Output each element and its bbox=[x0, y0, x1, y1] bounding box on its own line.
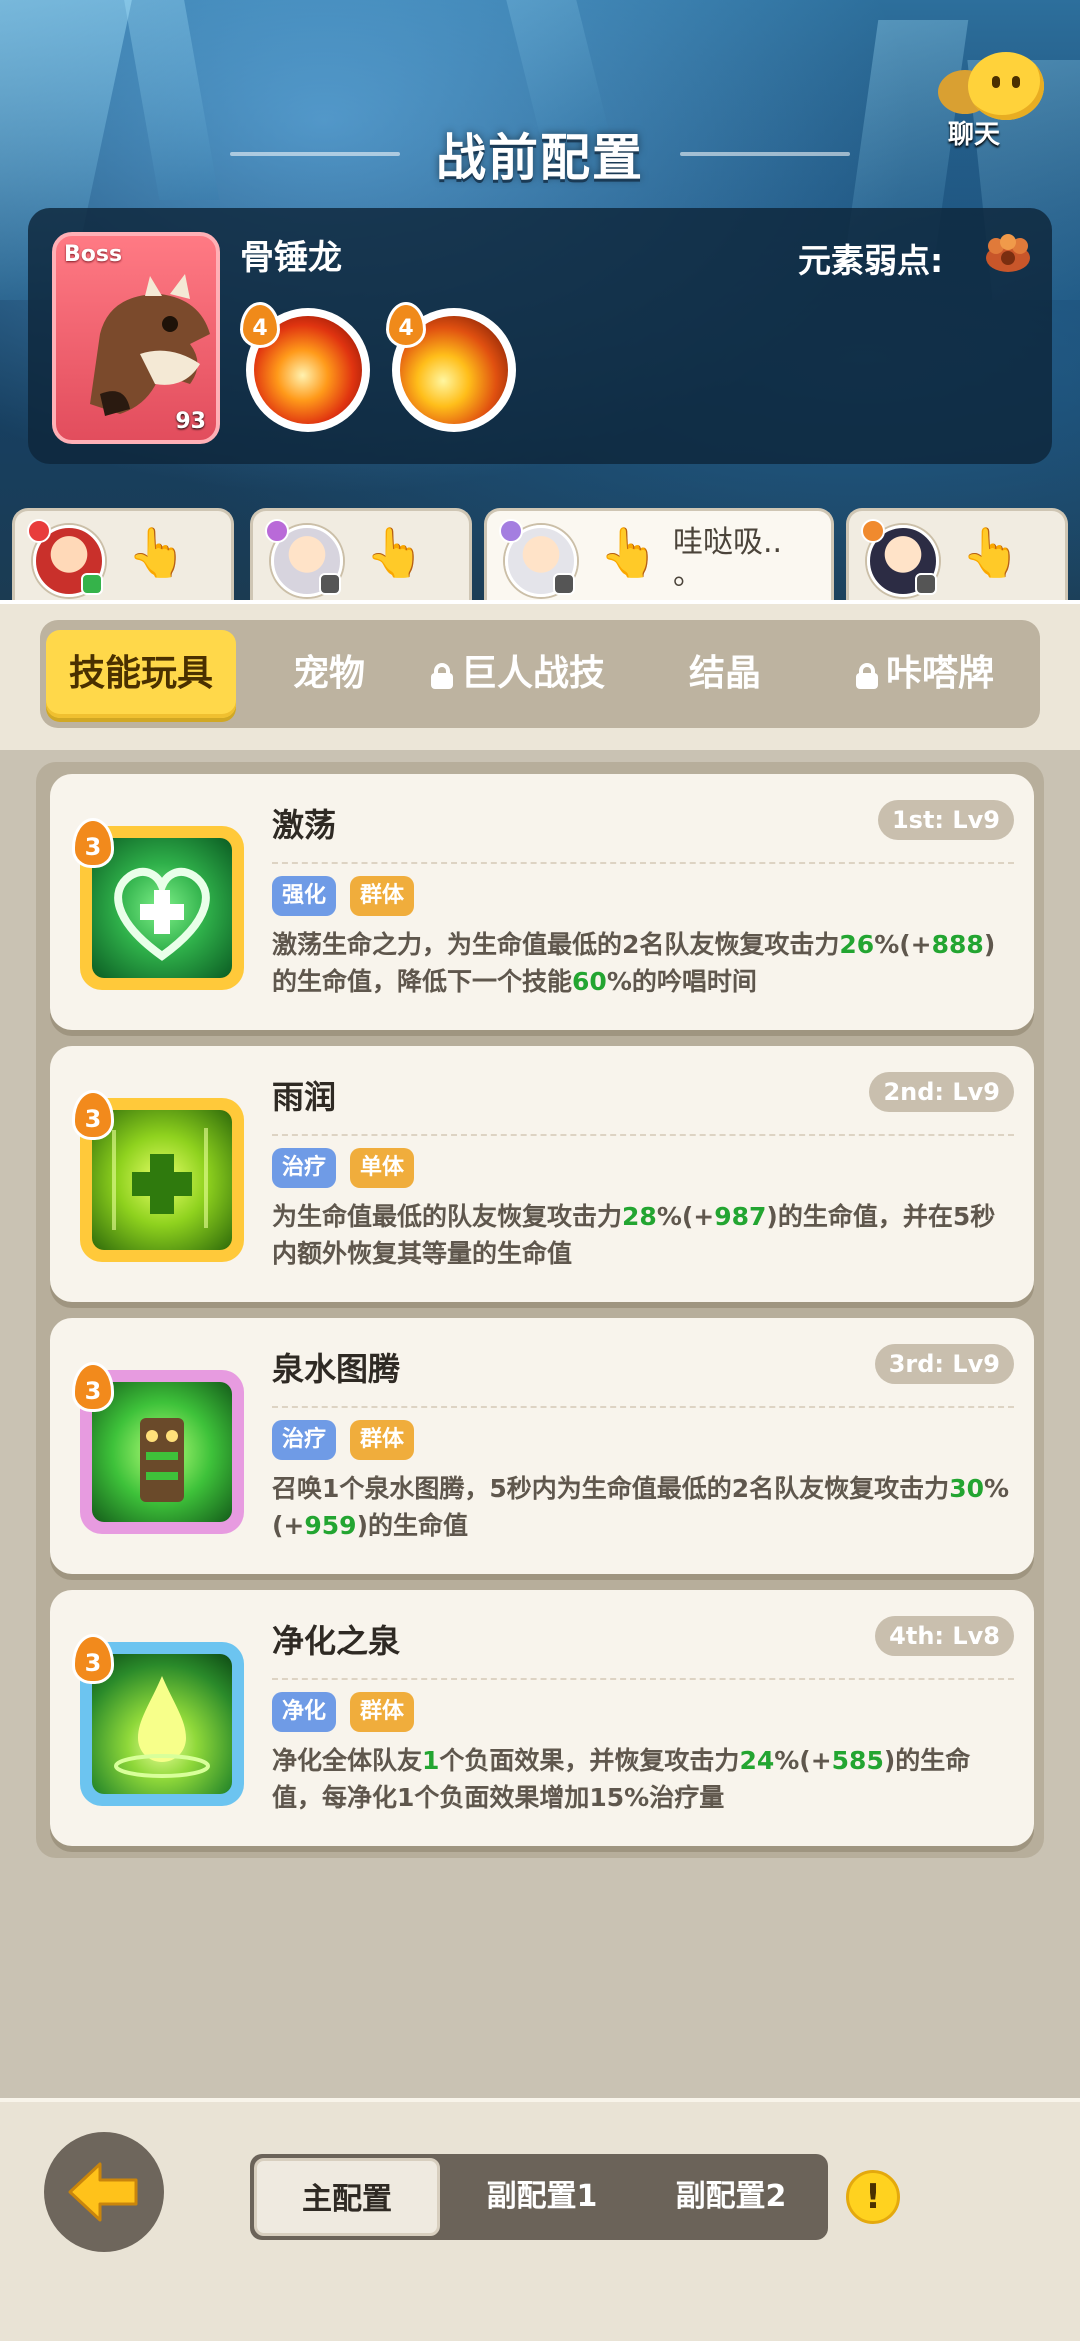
earth-element-icon[interactable] bbox=[984, 232, 1032, 274]
skill-level-badge: 4 bbox=[240, 302, 280, 348]
skill-level-badge: 3 bbox=[72, 1362, 114, 1412]
skill-tag-target: 群体 bbox=[350, 876, 415, 916]
category-bar-background: 技能玩具 宠物 巨人战技 结晶 咔嗒牌 bbox=[0, 600, 1080, 750]
hero-tab-4[interactable]: 👆 bbox=[846, 508, 1068, 600]
chat-button[interactable]: 聊天 bbox=[930, 48, 1050, 150]
boss-name: 骨锤龙 bbox=[240, 238, 342, 278]
hero-status-icon bbox=[915, 573, 937, 595]
dragon-boss-icon bbox=[90, 274, 210, 416]
chat-label: 聊天 bbox=[948, 120, 1001, 150]
boss-portrait[interactable]: Boss 93 bbox=[52, 232, 220, 444]
hero-tab-3-selected[interactable]: 👆 哇哒吸.. 。 bbox=[484, 508, 834, 606]
loadout-panel: 技能玩具 宠物 巨人战技 结晶 咔嗒牌 3 激荡 1st: Lv9 强化 群体 … bbox=[0, 600, 1080, 2100]
skill-tag-target: 单体 bbox=[350, 1148, 415, 1188]
skill-level-badge: 4 bbox=[386, 302, 426, 348]
tab-sub-config-2[interactable]: 副配置2 bbox=[638, 2154, 824, 2240]
hero-status-icon bbox=[81, 573, 103, 595]
divider bbox=[272, 1406, 1014, 1408]
skill-rank-level: 3rd: Lv9 bbox=[874, 1344, 1014, 1384]
boss-tag: Boss bbox=[64, 242, 123, 267]
boss-skill-fire-phoenix[interactable]: 4 bbox=[240, 302, 370, 432]
skill-tag-type: 治疗 bbox=[272, 1420, 337, 1460]
hero-speech-text: 哇哒吸.. 。 bbox=[673, 525, 783, 592]
skill-description: 净化全体队友1个负面效果，并恢复攻击力24%(+585)的生命值，每净化1个负面… bbox=[272, 1746, 971, 1812]
earth-element-icon bbox=[861, 519, 885, 543]
element-weakness-label: 元素弱点: bbox=[798, 241, 944, 280]
smiley-face-icon bbox=[968, 52, 1044, 120]
skill-title: 雨润 bbox=[272, 1078, 337, 1116]
hero-status-icon bbox=[553, 573, 575, 595]
tab-giant-battle-skills[interactable]: 巨人战技 bbox=[418, 644, 618, 704]
skill-rank-level: 4th: Lv8 bbox=[875, 1616, 1014, 1656]
wind-element-icon bbox=[265, 519, 289, 543]
skill-card-4[interactable]: 3 净化之泉 4th: Lv8 净化 群体 净化全体队友1个负面效果，并恢复攻击… bbox=[50, 1590, 1034, 1846]
boss-skill-fire-slash[interactable]: 4 bbox=[386, 302, 516, 432]
lock-icon bbox=[430, 663, 453, 689]
divider bbox=[272, 862, 1014, 864]
skill-tag-type: 治疗 bbox=[272, 1148, 337, 1188]
skill-level-badge: 3 bbox=[72, 818, 114, 868]
tap-hand-icon: 👆 bbox=[599, 525, 659, 581]
info-button[interactable]: ! bbox=[846, 2170, 900, 2224]
lock-icon bbox=[855, 663, 878, 689]
skill-tag-type: 净化 bbox=[272, 1692, 337, 1732]
skill-rank-level: 2nd: Lv9 bbox=[869, 1072, 1014, 1112]
category-tabs: 技能玩具 宠物 巨人战技 结晶 咔嗒牌 bbox=[40, 620, 1040, 728]
tap-hand-icon: 👆 bbox=[961, 525, 1021, 581]
hero-tab-2[interactable]: 👆 bbox=[250, 508, 472, 600]
purify-spring-icon bbox=[92, 1654, 232, 1794]
tap-hand-icon: 👆 bbox=[127, 525, 187, 581]
rain-heal-icon bbox=[92, 1110, 232, 1250]
skill-description: 召唤1个泉水图腾，5秒内为生命值最低的2名队友恢复攻击力30%(+959)的生命… bbox=[272, 1474, 1010, 1540]
skill-title: 泉水图腾 bbox=[272, 1350, 401, 1388]
skill-card-2[interactable]: 3 雨润 2nd: Lv9 治疗 单体 为生命值最低的队友恢复攻击力28%(+9… bbox=[50, 1046, 1034, 1302]
bottom-bar: 主配置 副配置1 副配置2 ! bbox=[0, 2098, 1080, 2341]
tab-main-config[interactable]: 主配置 bbox=[254, 2158, 440, 2236]
divider bbox=[272, 1134, 1014, 1136]
back-arrow-icon bbox=[68, 2162, 138, 2222]
fire-element-icon bbox=[27, 519, 51, 543]
skill-rank-level: 1st: Lv9 bbox=[877, 800, 1014, 840]
hero-status-icon bbox=[319, 573, 341, 595]
divider bbox=[272, 1678, 1014, 1680]
page-title: 战前配置 bbox=[436, 129, 644, 187]
tab-crystals[interactable]: 结晶 bbox=[650, 644, 800, 704]
boss-level: 93 bbox=[175, 409, 206, 434]
hero-tab-1[interactable]: 👆 bbox=[12, 508, 234, 600]
skill-card-3[interactable]: 3 泉水图腾 3rd: Lv9 治疗 群体 召唤1个泉水图腾，5秒内为生命值最低… bbox=[50, 1318, 1034, 1574]
tab-sub-config-1[interactable]: 副配置1 bbox=[450, 2154, 634, 2240]
skill-tag-type: 强化 bbox=[272, 876, 337, 916]
skill-description: 为生命值最低的队友恢复攻击力28%(+987)的生命值，并在5秒内额外恢复其等量… bbox=[272, 1202, 996, 1268]
back-button[interactable] bbox=[44, 2132, 164, 2252]
heart-heal-icon bbox=[92, 838, 232, 978]
tap-hand-icon: 👆 bbox=[365, 525, 425, 581]
skill-tag-target: 群体 bbox=[350, 1420, 415, 1460]
spring-totem-icon bbox=[92, 1382, 232, 1522]
skill-description: 激荡生命之力，为生命值最低的2名队友恢复攻击力26%(+888)的生命值，降低下… bbox=[272, 930, 996, 996]
skill-level-badge: 3 bbox=[72, 1090, 114, 1140]
skill-level-badge: 3 bbox=[72, 1634, 114, 1684]
config-tabs: 主配置 副配置1 副配置2 bbox=[250, 2154, 828, 2240]
tab-click-cards[interactable]: 咔嗒牌 bbox=[820, 644, 1030, 704]
tab-pets[interactable]: 宠物 bbox=[254, 644, 404, 704]
tab-skill-toys[interactable]: 技能玩具 bbox=[46, 630, 236, 718]
skill-title: 净化之泉 bbox=[272, 1622, 401, 1660]
skill-card-1[interactable]: 3 激荡 1st: Lv9 强化 群体 激荡生命之力，为生命值最低的2名队友恢复… bbox=[50, 774, 1034, 1030]
light-element-icon bbox=[499, 519, 523, 543]
skill-tag-target: 群体 bbox=[350, 1692, 415, 1732]
skill-title: 激荡 bbox=[272, 806, 337, 844]
